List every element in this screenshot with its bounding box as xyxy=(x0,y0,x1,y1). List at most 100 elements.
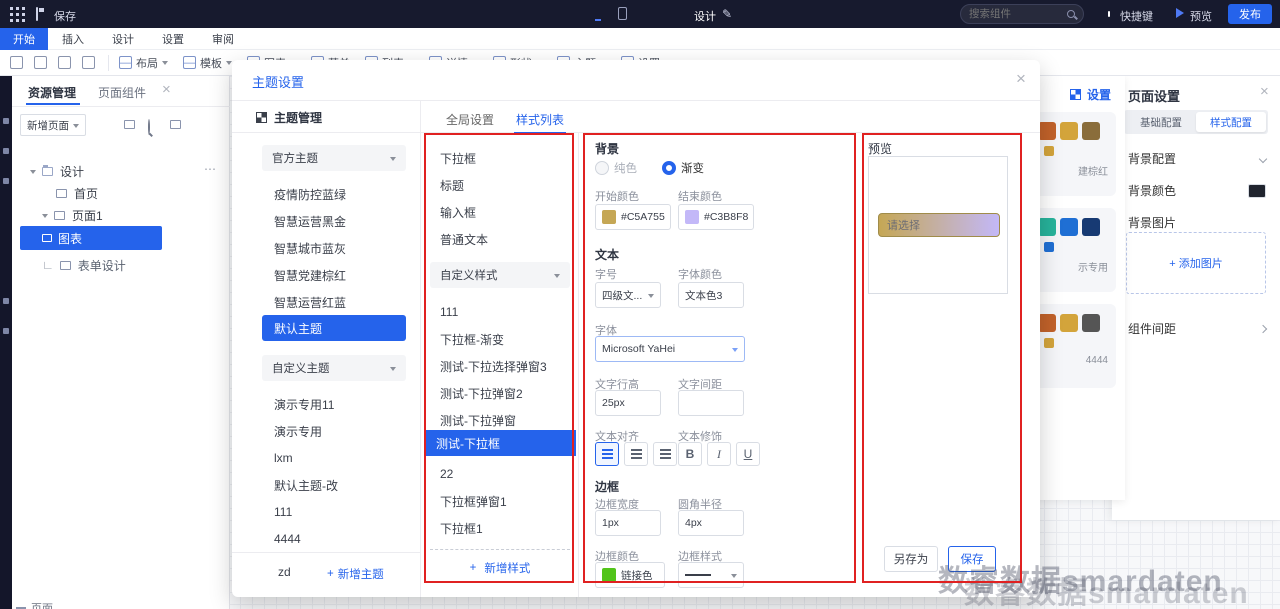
theme-item[interactable]: 4444 xyxy=(262,527,406,551)
strip-settings-link[interactable]: 设置 xyxy=(1087,86,1111,103)
custom-style-dropdown[interactable]: 自定义样式 xyxy=(430,262,570,288)
border-width-input[interactable] xyxy=(595,510,661,536)
align-right-button[interactable] xyxy=(653,442,677,466)
style-item[interactable]: 标题 xyxy=(428,173,568,197)
paste-icon[interactable] xyxy=(10,56,23,69)
radio-solid[interactable]: 纯色 xyxy=(595,160,637,176)
style-item[interactable]: 22 xyxy=(428,462,568,486)
font-family-select[interactable]: Microsoft YaHei xyxy=(595,336,745,362)
style-item[interactable]: 下拉框 xyxy=(428,146,568,170)
theme-item[interactable]: 疫情防控蓝绿 xyxy=(262,182,406,206)
rail-icon[interactable] xyxy=(3,148,9,154)
tab-style-config[interactable]: 样式配置 xyxy=(1196,112,1266,132)
style-item[interactable]: 下拉框1 xyxy=(428,516,568,540)
tab-basic-config[interactable]: 基础配置 xyxy=(1126,112,1196,132)
official-theme-dropdown[interactable]: 官方主题 xyxy=(262,145,406,171)
theme-item[interactable]: 智慧党建棕红 xyxy=(262,263,406,287)
mobile-view-icon[interactable] xyxy=(618,7,627,20)
custom-theme-dropdown[interactable]: 自定义主题 xyxy=(262,355,406,381)
bottom-page-label[interactable]: 页面 xyxy=(16,600,53,609)
bold-button[interactable]: B xyxy=(678,442,702,466)
tree-node-design[interactable]: 设计 xyxy=(30,160,84,182)
save-button[interactable]: 保存 xyxy=(948,546,996,572)
theme-item[interactable]: 演示专用11 xyxy=(262,392,406,416)
apps-grid-icon[interactable] xyxy=(10,7,13,10)
rail-icon[interactable] xyxy=(3,178,9,184)
border-color-select[interactable]: 链接色 xyxy=(595,562,665,588)
add-theme-button[interactable]: +新增主题 xyxy=(327,566,384,582)
style-item[interactable]: 测试-下拉选择弹窗3 xyxy=(428,354,576,378)
style-item[interactable]: 输入框 xyxy=(428,200,568,224)
menu-item-insert[interactable]: 插入 xyxy=(48,28,98,50)
shortcuts-button[interactable]: 快捷键 xyxy=(1120,8,1153,24)
modal-close-icon[interactable]: × xyxy=(1016,70,1026,87)
publish-button[interactable]: 发布 xyxy=(1228,4,1272,24)
more-icon[interactable]: ⋯ xyxy=(204,162,216,176)
preview-play-icon[interactable] xyxy=(1176,8,1189,18)
font-color-select[interactable]: 文本色3 xyxy=(678,282,744,308)
rail-icon[interactable] xyxy=(3,118,9,124)
tree-node-page1[interactable]: 页面1 xyxy=(42,204,103,226)
tree-node-form-design[interactable]: ∟ 表单设计 xyxy=(42,254,126,276)
edit-pencil-icon[interactable]: ✎ xyxy=(722,7,732,21)
search-icon[interactable] xyxy=(148,119,150,135)
style-item[interactable]: 111 xyxy=(428,300,568,324)
search-input[interactable] xyxy=(969,8,1061,20)
border-style-select[interactable] xyxy=(678,562,744,588)
panel-close-icon[interactable]: × xyxy=(162,82,171,97)
eraser-icon[interactable] xyxy=(82,56,95,69)
copy-icon[interactable] xyxy=(34,56,47,69)
tree-node-chart-selected[interactable]: 图表 xyxy=(20,226,162,250)
underline-button[interactable]: U xyxy=(736,442,760,466)
end-color-input[interactable]: #C3B8F8 xyxy=(678,204,754,230)
style-item[interactable]: 下拉框-渐变 xyxy=(428,327,568,351)
search-icon[interactable] xyxy=(1067,10,1075,18)
theme-item[interactable]: 111 xyxy=(262,500,406,524)
bg-color-swatch[interactable] xyxy=(1248,184,1266,198)
tab-page-components[interactable]: 页面组件 xyxy=(98,84,146,101)
menu-item-settings[interactable]: 设置 xyxy=(148,28,198,50)
theme-item[interactable]: 默认主题-改 xyxy=(262,473,406,497)
save-icon[interactable] xyxy=(36,7,38,21)
theme-item[interactable]: 智慧城市蓝灰 xyxy=(262,236,406,260)
row-component-spacing[interactable]: 组件间距 xyxy=(1128,320,1266,337)
rail-icon[interactable] xyxy=(3,328,9,334)
menu-item-start[interactable]: 开始 xyxy=(0,28,48,50)
menu-item-review[interactable]: 审阅 xyxy=(198,28,248,50)
format-brush-icon[interactable] xyxy=(58,56,71,69)
panel-close-icon[interactable]: × xyxy=(1260,84,1269,99)
theme-item[interactable]: zd xyxy=(266,560,306,584)
save-button[interactable]: 保存 xyxy=(54,8,76,24)
align-center-button[interactable] xyxy=(624,442,648,466)
theme-item[interactable]: lxm xyxy=(262,446,406,470)
theme-item[interactable]: 智慧运营黑金 xyxy=(262,209,406,233)
line-height-input[interactable] xyxy=(595,390,661,416)
theme-item[interactable]: 演示专用 xyxy=(262,419,406,443)
border-radius-input[interactable] xyxy=(678,510,744,536)
tool-template[interactable]: 模板 xyxy=(183,55,232,71)
tree-node-home[interactable]: 首页 xyxy=(56,182,98,204)
tool-layout[interactable]: 布局 xyxy=(119,55,168,71)
tab-global-settings[interactable]: 全局设置 xyxy=(446,111,494,128)
locate-icon[interactable] xyxy=(170,120,181,129)
row-bg-color[interactable]: 背景颜色 xyxy=(1128,182,1266,199)
preview-button[interactable]: 预览 xyxy=(1190,8,1212,24)
theme-item[interactable]: 智慧运营红蓝 xyxy=(262,290,406,314)
style-item[interactable]: 测试-下拉弹窗2 xyxy=(428,381,568,405)
style-item-selected[interactable]: 测试-下拉框 xyxy=(424,430,576,456)
row-bg-config[interactable]: 背景配置 xyxy=(1128,150,1266,167)
italic-button[interactable]: I xyxy=(707,442,731,466)
rail-icon[interactable] xyxy=(3,298,9,304)
theme-item-selected[interactable]: 默认主题 xyxy=(262,315,406,341)
add-style-button[interactable]: +新增样式 xyxy=(430,560,570,576)
letter-spacing-input[interactable] xyxy=(678,390,744,416)
font-size-select[interactable]: 四级文... xyxy=(595,282,661,308)
style-item[interactable]: 下拉框弹窗1 xyxy=(428,489,568,513)
save-as-button[interactable]: 另存为 xyxy=(884,546,938,572)
add-image-button[interactable]: + 添加图片 xyxy=(1126,232,1266,294)
start-color-input[interactable]: #C5A755 xyxy=(595,204,671,230)
style-item[interactable]: 测试-下拉弹窗 xyxy=(428,408,568,432)
radio-gradient[interactable]: 渐变 xyxy=(662,160,704,176)
menu-item-design[interactable]: 设计 xyxy=(98,28,148,50)
align-left-button[interactable] xyxy=(595,442,619,466)
